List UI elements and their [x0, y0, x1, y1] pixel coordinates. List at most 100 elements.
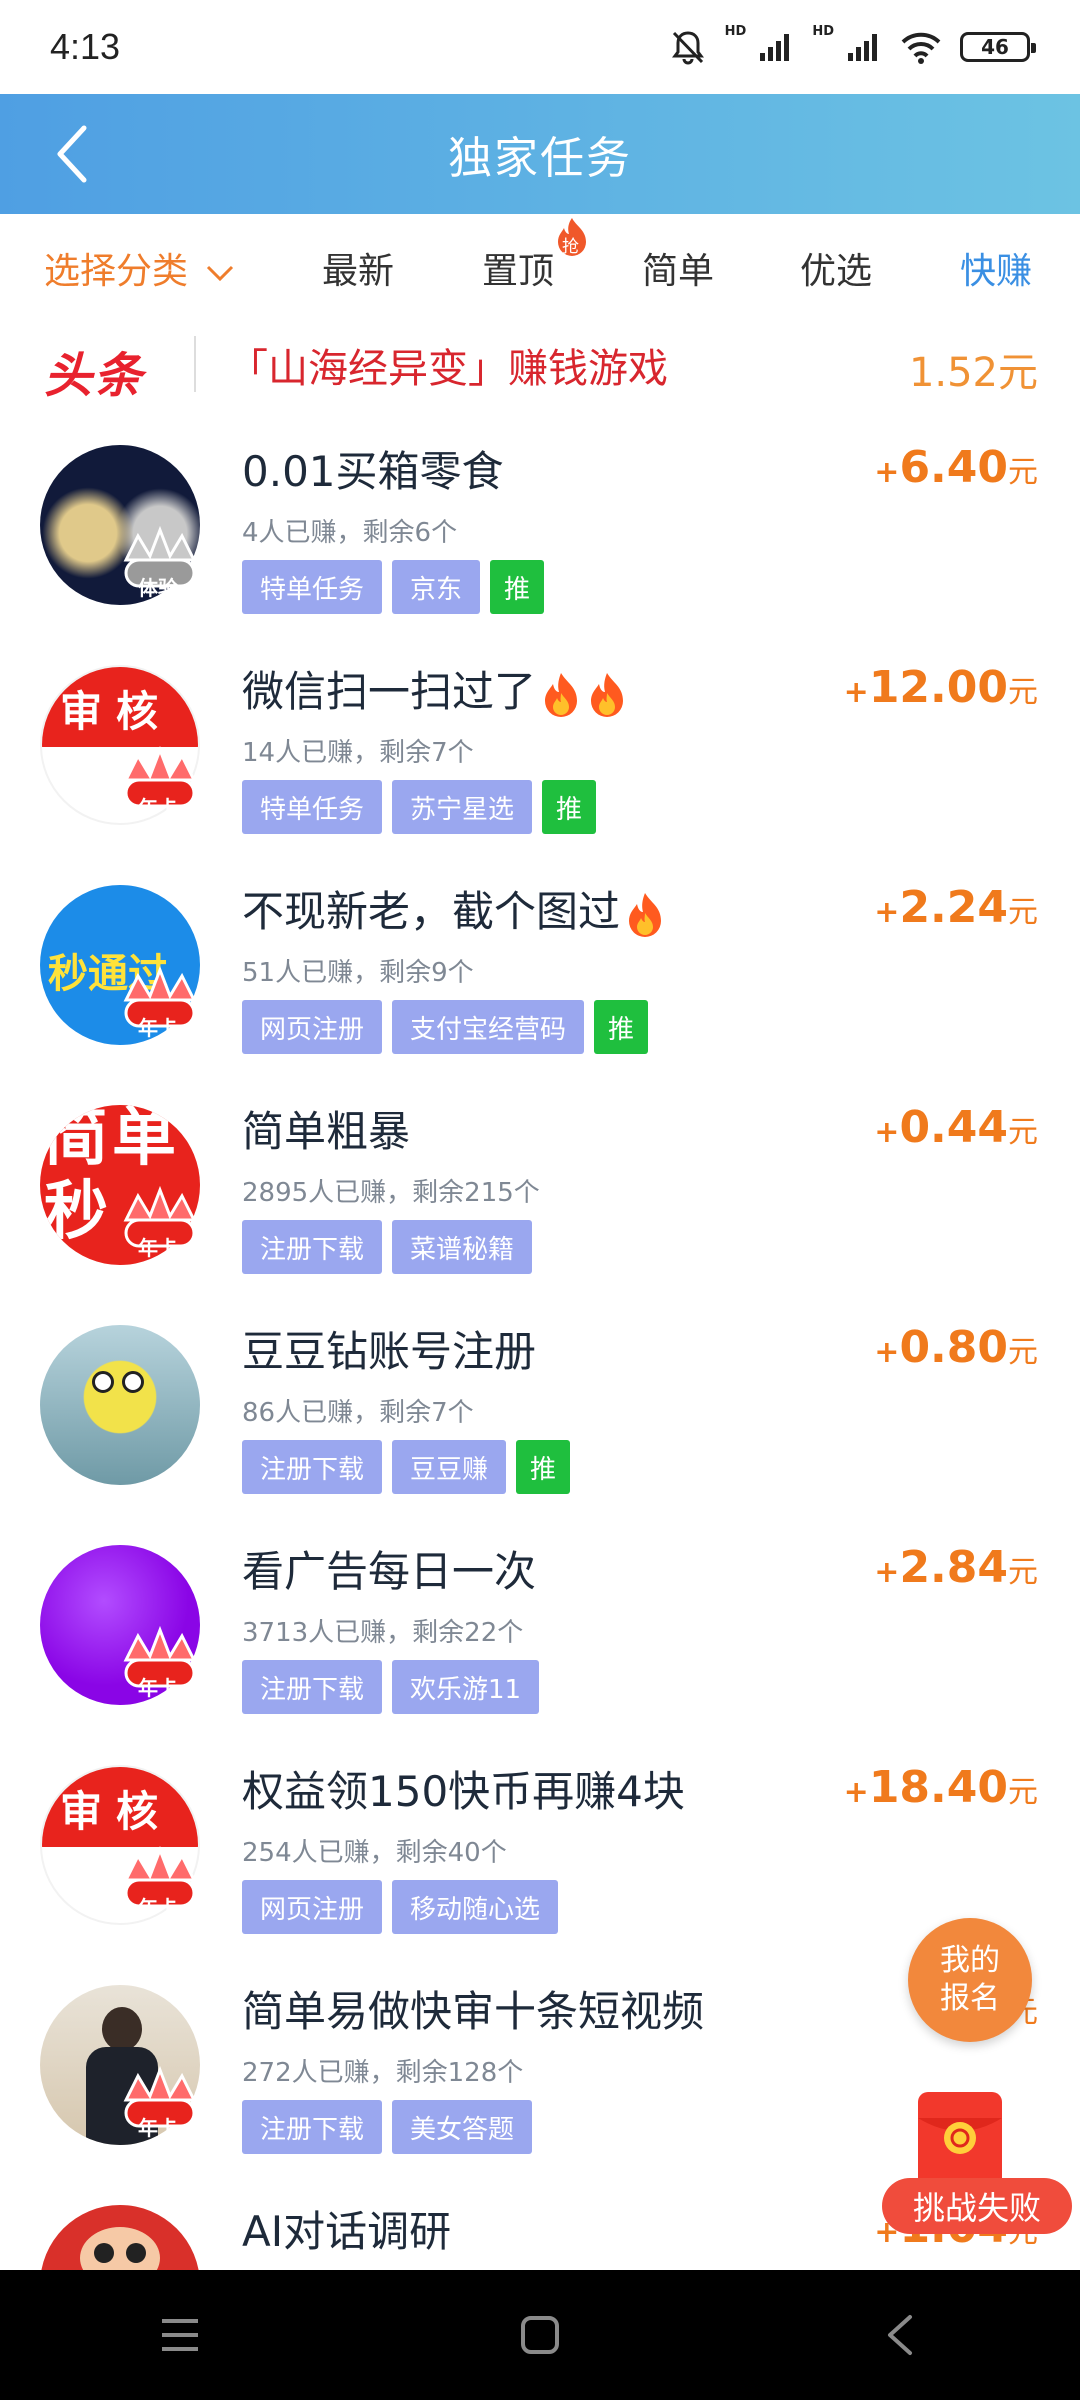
task-item[interactable]: 审核快 年卡 微信扫一扫过了 14人已赚，剩余7个 特单任务 苏宁星选 推 +1…	[0, 640, 1080, 860]
headline-divider	[194, 336, 196, 392]
task-tag: 移动随心选	[392, 1880, 559, 1934]
wifi-icon	[901, 32, 941, 64]
fire-icon	[629, 892, 662, 937]
hd-label-2: HD	[812, 24, 834, 39]
task-stats: 86人已赚，剩余7个	[242, 1398, 474, 1428]
task-title: 看广告每日一次	[242, 1547, 537, 1596]
task-price: +0.80元	[874, 1322, 1038, 1373]
menu-button[interactable]	[140, 2295, 220, 2375]
filter-tabs: 选择分类 最新 置顶 简单 优选 快赚	[0, 214, 1080, 314]
crown-label: 年卡	[138, 1016, 178, 1040]
status-bar: 4:13 HD HD 46	[0, 0, 1080, 94]
task-title: 微信扫一扫过了	[242, 658, 628, 719]
status-time: 4:13	[50, 26, 121, 67]
task-tag: 特单任务	[242, 780, 383, 834]
pinned-badge-label: 抢	[562, 237, 579, 257]
task-price: +2.84元	[874, 1542, 1038, 1593]
battery-level: 46	[981, 35, 1009, 59]
task-item[interactable]: 秒通过 年卡 不现新老，截个图过 51人已赚，剩余9个 网页注册 支付宝经营码 …	[0, 860, 1080, 1080]
signal-icon-2	[848, 34, 877, 61]
task-tag: 支付宝经营码	[392, 1000, 585, 1054]
tab-simple[interactable]: 简单	[642, 242, 714, 294]
task-tag: 网页注册	[242, 1880, 383, 1934]
headline-logo: 头条	[44, 348, 145, 404]
task-tags: 网页注册 移动随心选	[242, 1880, 559, 1934]
task-price: +12.00元	[843, 662, 1038, 713]
fire-icon	[591, 672, 624, 717]
task-tag: 欢乐游11	[392, 1660, 540, 1714]
task-tag: 注册下载	[242, 1440, 383, 1494]
battery-icon: 46	[960, 32, 1036, 62]
hd-label-1: HD	[724, 24, 747, 39]
task-item[interactable]: 体验 0.01买箱零食 4人已赚，剩余6个 特单任务 京东 推 +6.40元	[0, 420, 1080, 640]
task-item[interactable]: 豆豆钻账号注册 86人已赚，剩余7个 注册下载 豆豆赚 推 +0.80元	[0, 1300, 1080, 1520]
task-price: +2.24元	[874, 882, 1038, 933]
tab-fast[interactable]: 快赚	[960, 242, 1032, 294]
task-title: 豆豆钻账号注册	[242, 1327, 537, 1376]
tab-category-label: 选择分类	[44, 251, 189, 292]
task-title: 0.01买箱零食	[242, 447, 504, 496]
task-tags: 注册下载 欢乐游11	[242, 1660, 540, 1714]
back-triangle-icon	[888, 2315, 912, 2355]
task-stats: 254人已赚，剩余40个	[242, 1838, 507, 1868]
task-stats: 3713人已赚，剩余22个	[242, 1618, 524, 1648]
app-root: { "status_bar": {"time": "4:13", "hd1": …	[0, 0, 1080, 2400]
my-signup-line2: 报名	[940, 1981, 1000, 2016]
crown-label: 年卡	[138, 796, 178, 820]
task-tags: 网页注册 支付宝经营码 推	[242, 1000, 649, 1054]
task-title: 权益领150快币再赚4块	[242, 1767, 685, 1816]
push-tag: 推	[594, 1000, 649, 1054]
tab-selected[interactable]: 优选	[800, 242, 872, 294]
my-signup-line1: 我的	[940, 1943, 1000, 1978]
task-item[interactable]: 年卡 看广告每日一次 3713人已赚，剩余22个 注册下载 欢乐游11 +2.8…	[0, 1520, 1080, 1740]
task-stats: 272人已赚，剩余128个	[242, 2058, 524, 2088]
push-tag: 推	[542, 780, 597, 834]
task-avatar	[40, 1325, 200, 1485]
task-tag: 美女答题	[392, 2100, 533, 2154]
status-icons: HD HD 46	[669, 24, 1036, 66]
task-tag: 京东	[392, 560, 481, 614]
task-tag: 注册下载	[242, 2100, 383, 2154]
headline-text: 「山海经异变」赚钱游戏	[228, 346, 668, 392]
task-title: 简单粗暴	[242, 1107, 411, 1156]
system-back-button[interactable]	[860, 2295, 940, 2375]
task-stats: 51人已赚，剩余9个	[242, 958, 474, 988]
tab-newest[interactable]: 最新	[322, 242, 394, 294]
task-tag: 注册下载	[242, 1220, 383, 1274]
task-title: 不现新老，截个图过	[242, 878, 666, 939]
headline-amount: 1.52元	[908, 350, 1038, 396]
task-item[interactable]: 简单秒 年卡 简单粗暴 2895人已赚，剩余215个 注册下载 菜谱秘籍 +0.…	[0, 1080, 1080, 1300]
crown-label: 体验	[138, 576, 178, 600]
back-button[interactable]	[40, 122, 104, 186]
task-tags: 特单任务 苏宁星选 推	[242, 780, 597, 834]
task-stats: 2895人已赚，剩余215个	[242, 1178, 540, 1208]
my-signup-button[interactable]: 我的 报名	[908, 1918, 1032, 2042]
crown-label: 年卡	[138, 1896, 178, 1920]
task-price: +18.40元	[843, 1762, 1038, 1813]
headline-banner[interactable]: 头条 「山海经异变」赚钱游戏 1.52元	[0, 322, 1080, 412]
crown-label: 年卡	[138, 2116, 178, 2140]
task-stats: 4人已赚，剩余6个	[242, 518, 458, 548]
task-tag: 苏宁星选	[392, 780, 533, 834]
home-button[interactable]	[500, 2295, 580, 2375]
task-tags: 注册下载 菜谱秘籍	[242, 1220, 533, 1274]
page-header: 独家任务	[0, 94, 1080, 214]
task-price: +0.44元	[874, 1102, 1038, 1153]
crown-label: 年卡	[138, 1676, 178, 1700]
task-tag: 菜谱秘籍	[392, 1220, 533, 1274]
tab-pinned[interactable]: 置顶	[482, 242, 554, 294]
chevron-down-icon	[207, 265, 234, 282]
task-item[interactable]: 审核快 年卡 权益领150快币再赚4块 254人已赚，剩余40个 网页注册 移动…	[0, 1740, 1080, 1960]
task-title: 简单易做快审十条短视频	[242, 1987, 705, 2036]
fire-icon	[545, 672, 578, 717]
task-tag: 网页注册	[242, 1000, 383, 1054]
challenge-fail-button[interactable]: 挑战失败	[882, 2178, 1072, 2234]
tab-category-dropdown[interactable]: 选择分类	[44, 242, 235, 294]
task-title: AI对话调研	[242, 2207, 452, 2256]
task-tag: 特单任务	[242, 560, 383, 614]
push-tag: 推	[490, 560, 545, 614]
task-price: +6.40元	[874, 442, 1038, 493]
signal-icon-1	[760, 34, 790, 61]
task-tag: 豆豆赚	[392, 1440, 507, 1494]
task-stats: 14人已赚，剩余7个	[242, 738, 474, 768]
